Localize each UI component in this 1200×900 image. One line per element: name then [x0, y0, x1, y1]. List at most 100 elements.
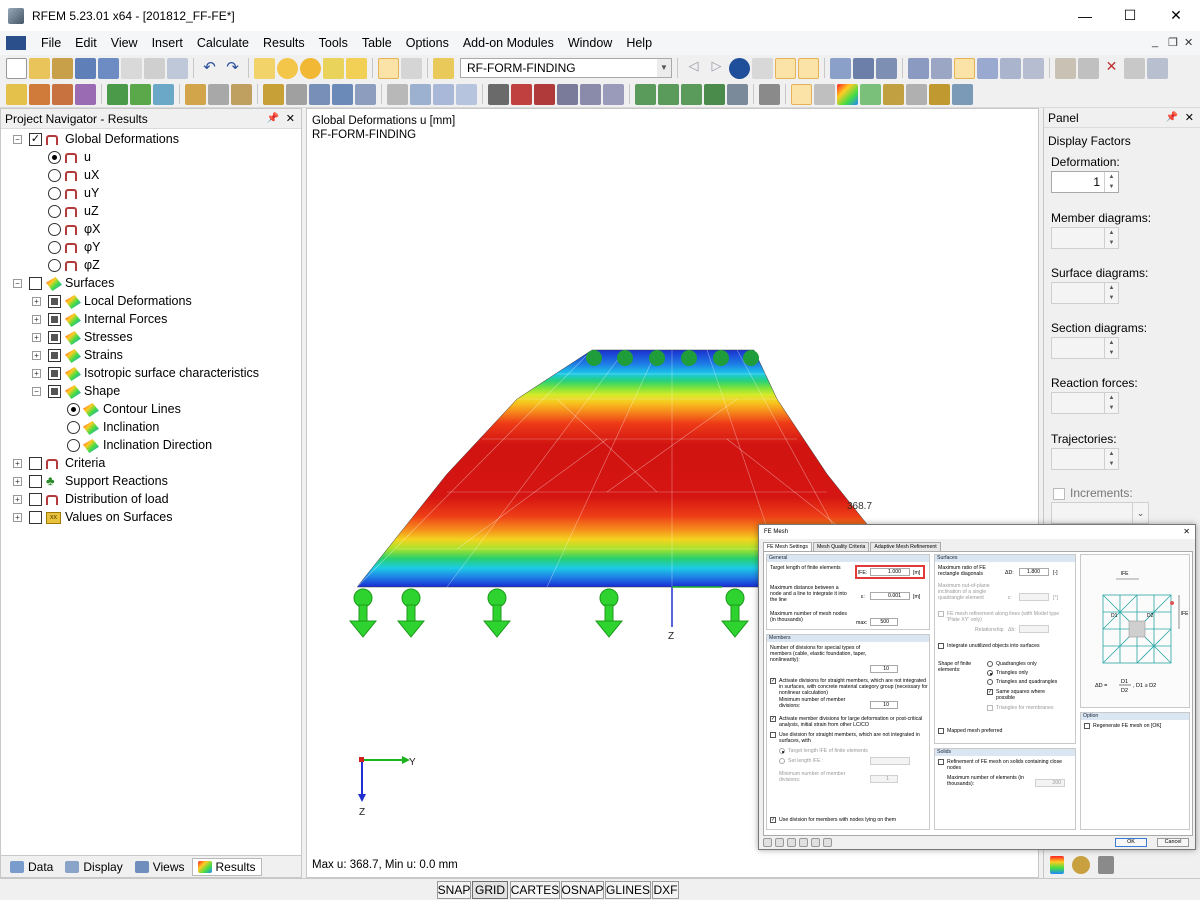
section-diagrams-input[interactable]: ▲▼ — [1051, 337, 1119, 359]
tree-item-ux[interactable]: uX — [1, 167, 301, 185]
increments-checkbox[interactable] — [1053, 488, 1065, 500]
radio[interactable] — [67, 421, 80, 434]
values-icon[interactable] — [752, 58, 773, 79]
fe-icon[interactable] — [456, 84, 477, 105]
colors-icon[interactable] — [837, 84, 858, 105]
menu-edit[interactable]: Edit — [68, 36, 104, 50]
regenerate-checkbox[interactable] — [1084, 723, 1090, 729]
color-scale-icon[interactable] — [1050, 856, 1064, 874]
expand-icon[interactable]: + — [32, 369, 41, 378]
print-icon[interactable] — [121, 58, 142, 79]
menu-view[interactable]: View — [104, 36, 145, 50]
checkbox[interactable] — [48, 367, 61, 380]
printout-report-icon[interactable] — [167, 58, 188, 79]
ok-button[interactable]: OK — [1115, 838, 1147, 847]
open-example-icon[interactable] — [52, 58, 73, 79]
axis-x-icon[interactable] — [635, 84, 656, 105]
view-6-icon[interactable] — [1023, 58, 1044, 79]
refine-lines-checkbox[interactable] — [938, 611, 944, 617]
animation-icon[interactable] — [853, 58, 874, 79]
grid-toggle[interactable]: GRID — [472, 881, 508, 899]
expand-icon[interactable]: + — [32, 297, 41, 306]
tree-item-phiz[interactable]: φZ — [1, 257, 301, 275]
module-select[interactable]: RF-FORM-FINDING ▼ — [460, 58, 672, 78]
reaction-forces-input[interactable]: ▲▼ — [1051, 392, 1119, 414]
previous-icon[interactable]: ◁ — [683, 58, 704, 79]
increments-select[interactable]: ⌄ — [1051, 502, 1149, 524]
menu-help[interactable]: Help — [619, 36, 659, 50]
view-4-icon[interactable] — [977, 58, 998, 79]
refine-solids-checkbox[interactable] — [938, 759, 944, 765]
save-icon[interactable] — [98, 58, 119, 79]
help-icon[interactable] — [763, 838, 772, 847]
max-elements-input[interactable]: 200 — [1035, 779, 1065, 787]
tab-data[interactable]: Data — [5, 858, 58, 876]
calculate-icon[interactable] — [346, 58, 367, 79]
check-icon[interactable] — [775, 838, 784, 847]
line-icon[interactable] — [29, 84, 50, 105]
radio[interactable] — [48, 223, 61, 236]
render-6-icon[interactable] — [603, 84, 624, 105]
spin-icon[interactable]: ▲▼ — [1104, 228, 1118, 248]
checkbox[interactable] — [48, 385, 61, 398]
tree-item-phiy[interactable]: φY — [1, 239, 301, 257]
triangles-radio[interactable] — [987, 670, 993, 676]
large-deformation-checkbox[interactable]: ✓ — [770, 716, 776, 722]
tab-display[interactable]: Display — [60, 858, 127, 876]
tree-item-internal-forces[interactable]: + Internal Forces — [1, 311, 301, 329]
tree-item-shape[interactable]: − Shape — [1, 383, 301, 401]
maximize-button[interactable]: ☐ — [1107, 0, 1153, 31]
max-distance-input[interactable]: 0.001 — [870, 592, 910, 600]
menu-calculate[interactable]: Calculate — [190, 36, 256, 50]
checkbox[interactable] — [29, 457, 42, 470]
factors-icon[interactable] — [1072, 856, 1090, 874]
expand-icon[interactable]: + — [13, 459, 22, 468]
mesh-icon[interactable] — [433, 84, 454, 105]
min-divisions-2-input[interactable]: 1 — [870, 775, 898, 783]
tree-item-criteria[interactable]: + Criteria — [1, 455, 301, 473]
expand-icon[interactable]: + — [13, 495, 22, 504]
hinge-icon[interactable] — [130, 84, 151, 105]
axis-iso-icon[interactable] — [704, 84, 725, 105]
tree-item-inclination[interactable]: Inclination — [1, 419, 301, 437]
move-icon[interactable] — [286, 84, 307, 105]
menu-table[interactable]: Table — [355, 36, 399, 50]
minimize-button[interactable]: — — [1062, 0, 1108, 31]
transparent-icon[interactable] — [883, 84, 904, 105]
tree-item-u[interactable]: u — [1, 149, 301, 167]
filter-3-icon[interactable]: ✕ — [1101, 58, 1122, 79]
quadrangles-radio[interactable] — [987, 661, 993, 667]
checkbox[interactable] — [48, 295, 61, 308]
tab-results[interactable]: Results — [192, 858, 262, 876]
tree-item-uy[interactable]: uY — [1, 185, 301, 203]
filter-2-icon[interactable] — [1078, 58, 1099, 79]
save-all-icon[interactable] — [75, 58, 96, 79]
defaults-icon[interactable] — [787, 838, 796, 847]
divide-icon[interactable] — [387, 84, 408, 105]
max-out-of-plane-input[interactable] — [1019, 593, 1049, 601]
pin-icon[interactable]: 📌 — [267, 113, 279, 124]
tree-item-support-reactions[interactable]: + ♣ Support Reactions — [1, 473, 301, 491]
rfem-logo-icon[interactable] — [6, 36, 26, 50]
spin-icon[interactable]: ▲▼ — [1104, 283, 1118, 303]
copy-icon[interactable] — [263, 84, 284, 105]
osnap-toggle[interactable]: OSNAP — [561, 881, 604, 899]
open-icon[interactable] — [29, 58, 50, 79]
spin-icon[interactable]: ▲▼ — [1104, 338, 1118, 358]
mdi-close-icon[interactable]: ✕ — [1184, 36, 1193, 49]
integrate-checkbox[interactable] — [938, 643, 944, 649]
tree-item-values-on-surfaces[interactable]: + xx Values on Surfaces — [1, 509, 301, 527]
snap-toggle[interactable]: SNAP — [437, 881, 471, 899]
set-length-radio[interactable] — [779, 758, 785, 764]
tree-item-stresses[interactable]: + Stresses — [1, 329, 301, 347]
max-nodes-input[interactable]: 500 — [870, 618, 898, 626]
collapse-icon[interactable]: − — [13, 279, 22, 288]
save-defaults-icon[interactable] — [799, 838, 808, 847]
next-icon[interactable]: ▷ — [706, 58, 727, 79]
render-3-icon[interactable] — [534, 84, 555, 105]
radio[interactable] — [48, 151, 61, 164]
activate-divisions-checkbox[interactable]: ✓ — [770, 678, 776, 684]
deformation-factor-input[interactable]: 1▲▼ — [1051, 171, 1119, 193]
surface-diagrams-input[interactable]: ▲▼ — [1051, 282, 1119, 304]
min-divisions-input[interactable]: 10 — [870, 701, 898, 709]
